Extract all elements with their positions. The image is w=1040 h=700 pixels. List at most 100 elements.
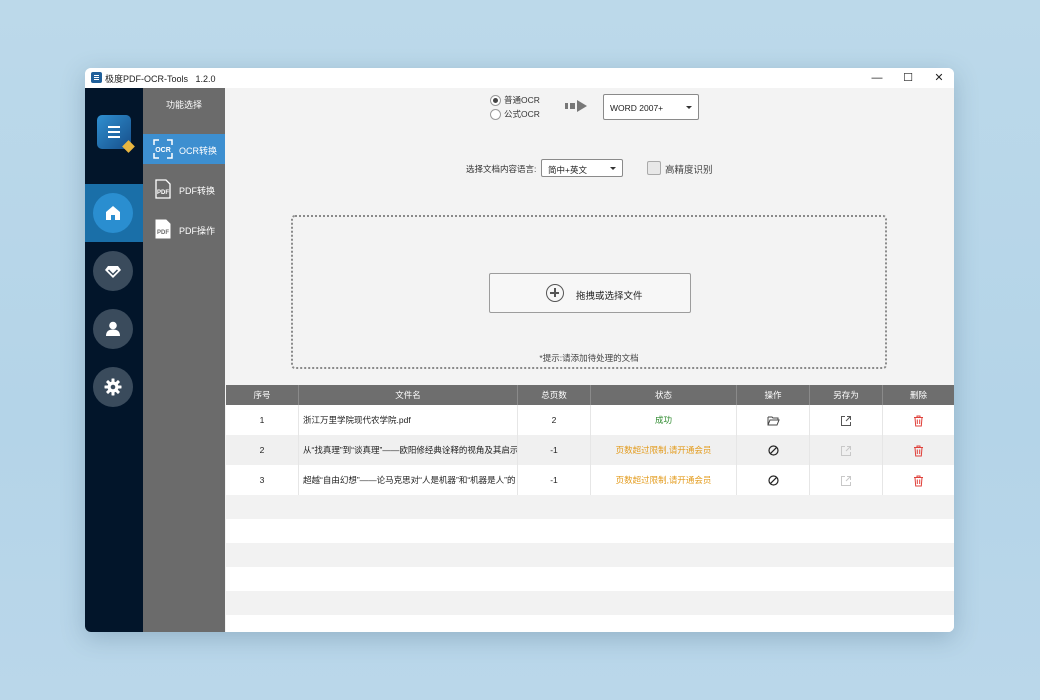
file-table: 序号 文件名 总页数 状态 操作 另存为 删除 1 浙江万里学院现代农学院.pd… [226, 385, 954, 632]
row-index: 3 [226, 465, 299, 495]
select-file-button[interactable]: 拖拽或选择文件 [489, 273, 691, 313]
row-status: 页数超过限制,请开通会员 [591, 435, 737, 465]
table-header: 序号 文件名 总页数 状态 操作 另存为 删除 [226, 385, 954, 405]
trash-icon[interactable] [913, 445, 924, 457]
radio-indicator [490, 109, 501, 121]
block-icon[interactable] [767, 475, 779, 486]
nav-account-button[interactable] [93, 309, 133, 349]
export-icon[interactable] [840, 445, 852, 457]
svg-text:PDF: PDF [157, 190, 169, 196]
export-icon[interactable] [840, 415, 852, 427]
title-bar: 极度PDF-OCR-Tools 1.2.0 — ☐ ✕ [85, 68, 954, 88]
row-delete-cell [883, 405, 954, 435]
close-button[interactable]: ✕ [924, 68, 954, 88]
row-filename: 超越“自由幻想”——论马克思对“人是机器”和“机器是人”的 [299, 465, 518, 495]
window-title: 极度PDF-OCR-Tools 1.2.0 [105, 74, 216, 84]
convert-arrow-icon [565, 100, 587, 112]
svg-text:OCR: OCR [155, 147, 171, 154]
menu-item-label: PDF转换 [179, 186, 216, 196]
empty-row [226, 519, 954, 543]
menu-item-label: PDF操作 [179, 226, 216, 236]
main-content: 普通OCR 公式OCR WORD 2007+ 选择文档内容语言: 简中+英文 高… [226, 88, 954, 632]
language-select[interactable]: 简中+英文 [541, 159, 623, 177]
svg-text:PDF: PDF [157, 230, 169, 236]
maximize-button[interactable]: ☐ [893, 68, 923, 88]
select-value: WORD 2007+ [610, 103, 664, 113]
app-window: 极度PDF-OCR-Tools 1.2.0 — ☐ ✕ 功能选择 OCR OCR… [85, 68, 954, 632]
gear-icon [104, 378, 122, 396]
menu-item-pdf-convert[interactable]: PDF PDF转换 [143, 174, 225, 204]
radio-label: 普通OCR [504, 95, 540, 105]
nav-home-button[interactable] [93, 193, 133, 233]
home-icon [106, 206, 120, 220]
column-header-filename: 文件名 [299, 385, 518, 405]
folder-open-icon[interactable] [767, 415, 780, 426]
row-delete-cell [883, 465, 954, 495]
menu-item-ocr[interactable]: OCR OCR转换 [143, 134, 225, 164]
row-delete-cell [883, 435, 954, 465]
column-header-index: 序号 [226, 385, 299, 405]
row-action-cell [737, 465, 810, 495]
row-save-cell [810, 435, 883, 465]
pdf-doc-icon: PDF [155, 219, 171, 239]
row-action-cell [737, 435, 810, 465]
table-row: 1 浙江万里学院现代农学院.pdf 2 成功 [226, 405, 954, 435]
row-pages: 2 [518, 405, 591, 435]
radio-indicator [490, 95, 501, 107]
row-status: 成功 [591, 405, 737, 435]
row-filename: 从“找真理”到“谈真理”——欧阳修经典诠释的视角及其启示. [299, 435, 518, 465]
app-version: 1.2.0 [195, 74, 216, 84]
row-pages: -1 [518, 435, 591, 465]
diamond-icon [105, 266, 121, 278]
main-sidebar [85, 88, 143, 632]
select-value: 简中+英文 [548, 165, 587, 175]
nav-vip-button[interactable] [93, 251, 133, 291]
file-dropzone[interactable]: 拖拽或选择文件 *提示:请添加待处理的文档 [291, 215, 887, 369]
chevron-down-icon [686, 106, 692, 109]
feature-menu: 功能选择 OCR OCR转换 PDF PDF转换 PDF PDF操作 [143, 88, 225, 632]
column-header-save-as: 另存为 [810, 385, 883, 405]
row-filename: 浙江万里学院现代农学院.pdf [299, 405, 518, 435]
row-status: 页数超过限制,请开通会员 [591, 465, 737, 495]
row-action-cell [737, 405, 810, 435]
empty-row [226, 591, 954, 615]
language-label: 选择文档内容语言: [466, 164, 537, 174]
select-file-label: 拖拽或选择文件 [576, 291, 643, 302]
dropzone-hint: *提示:请添加待处理的文档 [539, 353, 639, 363]
radio-label: 公式OCR [504, 109, 540, 119]
export-icon[interactable] [840, 475, 852, 487]
row-pages: -1 [518, 465, 591, 495]
radio-normal-ocr[interactable]: 普通OCR [490, 94, 540, 107]
user-icon [106, 321, 120, 336]
empty-row [226, 567, 954, 591]
feature-menu-title: 功能选择 [165, 100, 202, 110]
add-circle-icon [546, 284, 564, 302]
row-save-cell [810, 465, 883, 495]
menu-item-label: OCR转换 [179, 146, 217, 156]
column-header-pages: 总页数 [518, 385, 591, 405]
row-save-cell [810, 405, 883, 435]
table-row: 2 从“找真理”到“谈真理”——欧阳修经典诠释的视角及其启示. -1 页数超过限… [226, 435, 954, 465]
high-precision-checkbox[interactable] [647, 161, 661, 175]
chevron-down-icon [610, 167, 616, 170]
trash-icon[interactable] [913, 475, 924, 487]
output-format-select[interactable]: WORD 2007+ [603, 94, 699, 120]
minimize-button[interactable]: — [862, 68, 892, 88]
high-precision-label: 高精度识别 [665, 165, 713, 176]
app-logo-icon [91, 72, 102, 83]
radio-formula-ocr[interactable]: 公式OCR [490, 108, 540, 121]
menu-item-pdf-ops[interactable]: PDF PDF操作 [143, 214, 225, 244]
row-index: 1 [226, 405, 299, 435]
column-header-action: 操作 [737, 385, 810, 405]
pdf-file-icon: PDF [155, 179, 171, 199]
column-header-delete: 删除 [909, 390, 927, 400]
nav-settings-button[interactable] [93, 367, 133, 407]
empty-row [226, 543, 954, 567]
column-header-status: 状态 [591, 385, 737, 405]
brand-logo-icon [97, 115, 131, 149]
block-icon[interactable] [767, 445, 779, 456]
empty-row [226, 495, 954, 519]
ocr-icon: OCR [153, 139, 173, 159]
trash-icon[interactable] [913, 415, 924, 427]
row-index: 2 [226, 435, 299, 465]
